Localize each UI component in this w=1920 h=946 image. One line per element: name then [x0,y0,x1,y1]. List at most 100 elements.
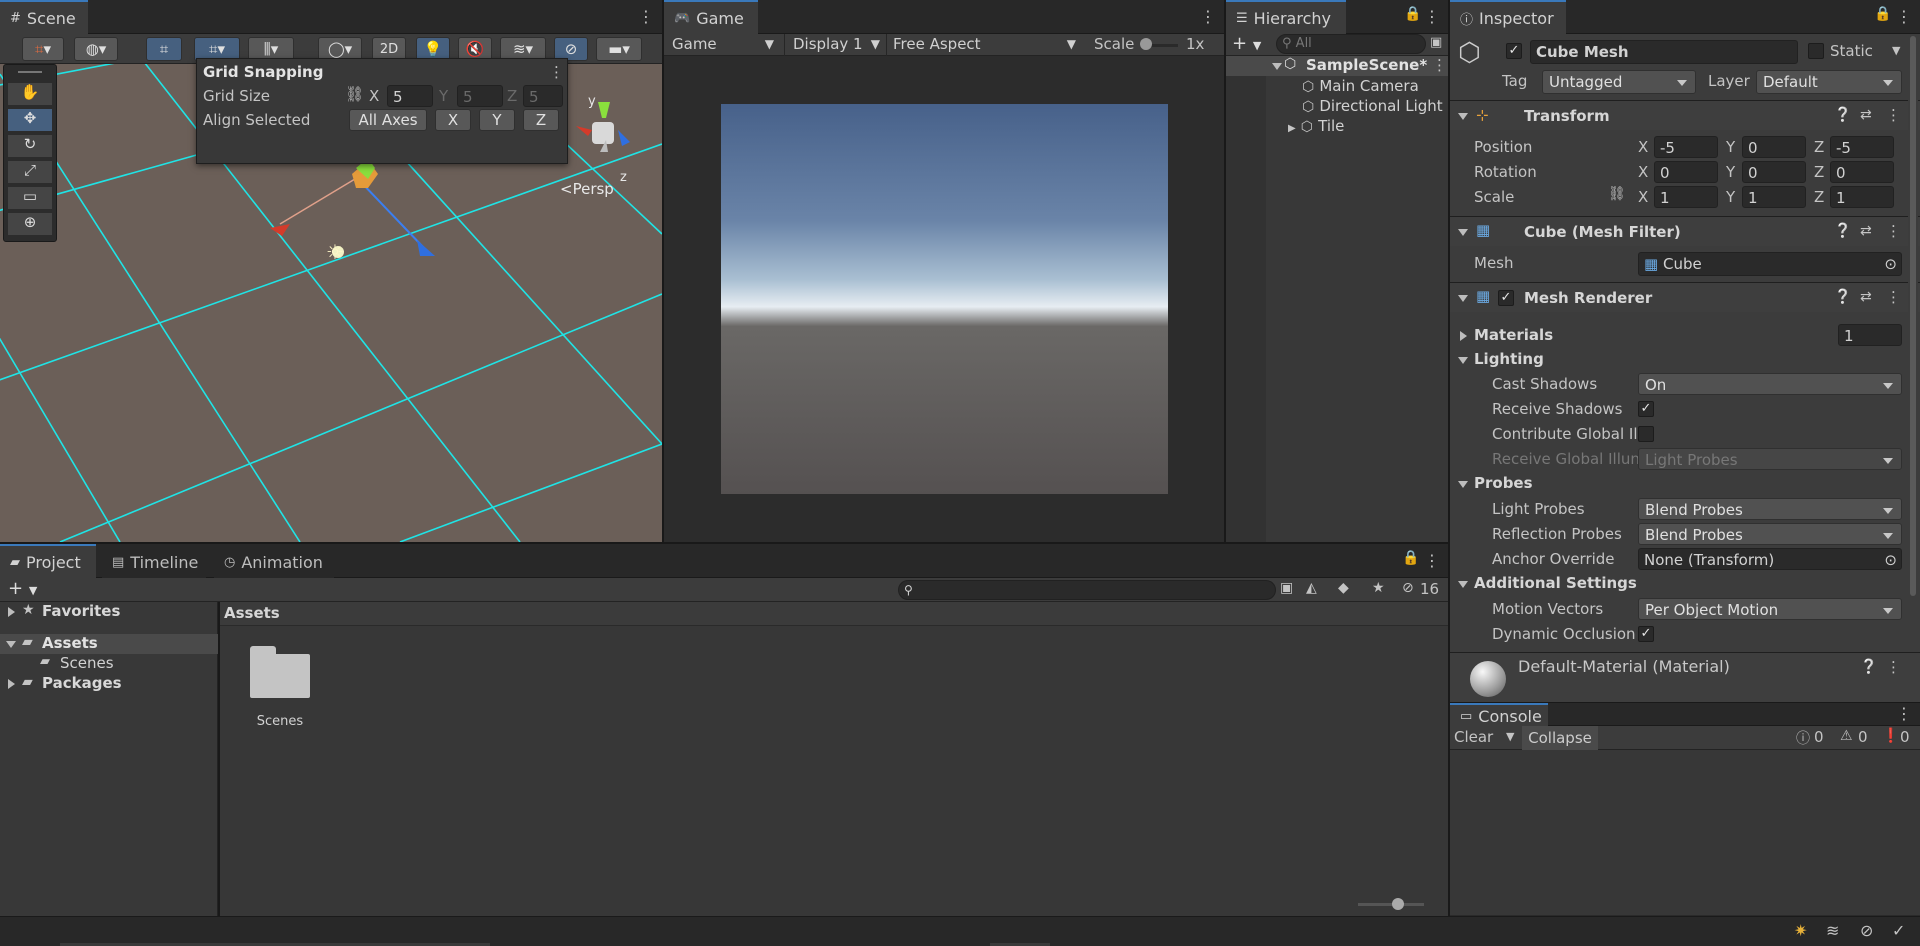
lighting-foldout[interactable]: Lighting [1456,350,1756,370]
add-object-button[interactable]: + ▼ [1232,34,1261,56]
tab-project[interactable]: ▰ Project [0,544,96,578]
camera-button[interactable]: ▬ ▾ [596,37,642,61]
inspector-scrollbar-thumb[interactable] [1910,36,1916,596]
presets-icon[interactable]: ⇄ [1860,289,1872,305]
scale-z-field[interactable]: 1 [1830,186,1894,208]
materials-count-field[interactable]: 1 [1838,324,1902,346]
scale-y-field[interactable]: 1 [1742,186,1806,208]
anchor-override-field[interactable]: None (Transform) ⊙ [1638,548,1902,570]
grid-size-y-field[interactable]: 5 [457,85,503,107]
scene-visibility-icon[interactable]: ▣ [1430,35,1442,50]
clear-options-icon[interactable]: ▼ [1506,730,1514,743]
component-menu-icon[interactable]: ⋮ [1886,222,1901,240]
error-icon[interactable]: ❗ [1882,728,1899,744]
drag-handle-icon[interactable] [18,71,42,73]
component-menu-icon[interactable]: ⋮ [1886,288,1901,306]
search-in-scene-icon[interactable]: ▣ [1280,580,1293,596]
reflection-probes-dropdown[interactable]: Blend Probes [1638,523,1902,545]
tab-inspector[interactable]: ⓘ Inspector [1450,0,1566,34]
presets-icon[interactable]: ⇄ [1860,223,1872,239]
transform-tool-button[interactable]: ⊕ [8,213,52,235]
hidden-packages-icon[interactable]: ⊘ [1402,580,1414,596]
cast-shadows-dropdown[interactable]: On [1638,373,1902,395]
motion-vectors-dropdown[interactable]: Per Object Motion [1638,598,1902,620]
scale-slider-handle[interactable] [1140,38,1152,50]
game-viewport[interactable] [664,56,1224,542]
mesh-filter-header[interactable]: ▦ Cube (Mesh Filter) ❔ ⇄ ⋮ [1450,216,1920,246]
light-probes-dropdown[interactable]: Blend Probes [1638,498,1902,520]
tab-timeline[interactable]: ▤ Timeline [102,544,206,578]
object-picker-icon[interactable]: ⊙ [1884,253,1897,275]
tree-item-packages[interactable]: ▰ Packages [0,674,218,694]
scale-tool-button[interactable]: ⤢ [8,161,52,183]
position-x-field[interactable]: -5 [1654,136,1718,158]
align-z-button[interactable]: Z [523,109,559,131]
aspect-dropdown[interactable]: Free Aspect ▼ [886,34,1082,56]
help-icon[interactable]: ❔ [1834,289,1851,305]
material-header[interactable]: Default-Material (Material) ❔ ⋮ [1450,652,1920,702]
help-icon[interactable]: ❔ [1834,107,1851,123]
probes-foldout[interactable]: Probes [1456,474,1756,494]
link-icon[interactable]: ⛓ [345,85,364,103]
align-y-button[interactable]: Y [479,109,515,131]
tab-game[interactable]: 🎮 Game [664,0,758,34]
tag-dropdown[interactable]: Untagged [1542,70,1696,94]
scene-menu-icon[interactable]: ⋮ [638,6,654,28]
scene-orientation-gizmo[interactable]: y z [560,82,640,185]
inspector-menu-icon[interactable]: ⋮ [1896,6,1912,28]
component-menu-icon[interactable]: ⋮ [1886,658,1901,676]
create-asset-button[interactable]: + ▼ [8,578,37,602]
rect-tool-button[interactable]: ▭ [8,187,52,209]
tab-animation[interactable]: ◷ Animation [214,544,334,578]
mesh-renderer-header[interactable]: ▦ ✓ Mesh Renderer ❔ ⇄ ⋮ [1450,282,1920,312]
lock-icon[interactable]: 🔒 [1402,550,1419,566]
grid-size-z-field[interactable]: 5 [523,85,563,107]
mesh-renderer-enabled-checkbox[interactable]: ✓ [1498,290,1514,306]
grid-snapping-menu-icon[interactable]: ⋮ [549,63,564,81]
tab-console[interactable]: ▭ Console [1450,703,1548,727]
game-mode-dropdown[interactable]: Game ▼ [668,34,780,56]
grid-size-x-field[interactable]: 5 [387,85,433,107]
game-menu-icon[interactable]: ⋮ [1200,6,1216,28]
transform-header[interactable]: ⊹ Transform ❔ ⇄ ⋮ [1450,100,1920,130]
fold-right-icon[interactable]: ▶ [1288,123,1296,134]
static-checkbox[interactable] [1808,43,1824,59]
clear-button[interactable]: Clear [1454,728,1493,746]
projection-toggle[interactable]: <Persp [560,180,614,198]
tree-item-favorites[interactable]: ★ Favorites [0,602,218,622]
breadcrumb-item[interactable]: Assets [224,604,280,622]
console-log-area[interactable] [1450,750,1920,916]
help-icon[interactable]: ❔ [1860,659,1877,675]
hierarchy-search-input[interactable]: ⚲ All [1276,34,1426,54]
object-name-field[interactable]: Cube Mesh [1530,40,1798,64]
grid-snap-button[interactable]: ⌗ [146,37,182,61]
favorite-icon[interactable]: ★ [1372,580,1385,596]
rotation-y-field[interactable]: 0 [1742,161,1806,183]
lock-icon[interactable]: 🔒 [1404,6,1421,22]
tree-item-scenes[interactable]: ▰ Scenes [0,654,218,674]
rotate-tool-button[interactable]: ↻ [8,135,52,157]
light-bake-icon[interactable]: ✷ [1794,921,1807,940]
gizmo-tool-button[interactable]: ⌗ ▾ [22,37,64,61]
console-menu-icon[interactable]: ⋮ [1896,703,1912,725]
asset-item[interactable]: Scenes [240,646,320,736]
rotation-x-field[interactable]: 0 [1654,161,1718,183]
tab-scene[interactable]: # Scene [0,0,88,34]
lock-icon[interactable]: 🔒 [1874,6,1891,22]
tree-item-assets[interactable]: ▰ Assets [0,634,218,654]
chevron-down-icon[interactable]: ▼ [1892,44,1900,57]
contribute-gi-checkbox[interactable] [1638,426,1654,442]
info-count-icon[interactable]: ⓘ [1796,728,1810,748]
component-menu-icon[interactable]: ⋮ [1886,106,1901,124]
global-button[interactable]: ◍ ▾ [74,37,118,61]
align-x-button[interactable]: X [435,109,471,131]
active-checkbox[interactable]: ✓ [1506,43,1522,59]
filter-by-type-icon[interactable]: ◭ [1306,580,1317,596]
project-search-input[interactable]: ⚲ [898,580,1276,600]
collab-status-icon[interactable]: ✓ [1892,921,1905,940]
layer-dropdown[interactable]: Default [1756,70,1902,94]
help-icon[interactable]: ❔ [1834,223,1851,239]
cache-server-icon[interactable]: ≋ [1826,921,1839,940]
move-tool-button[interactable]: ✥ [8,109,52,131]
align-all-axes-button[interactable]: All Axes [349,109,427,131]
